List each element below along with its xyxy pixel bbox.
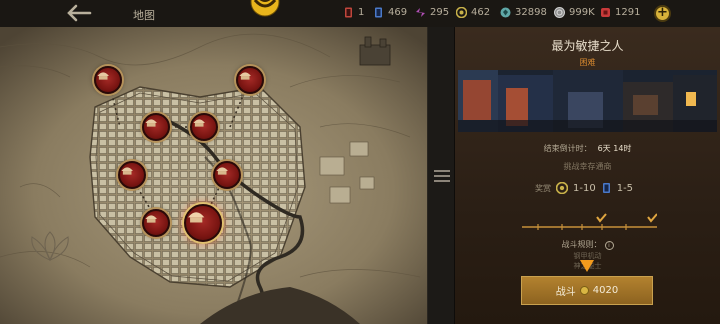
reward-card-range: 1-5 [616, 182, 634, 194]
battle-node-5[interactable] [118, 161, 146, 189]
pavilion-icon [121, 167, 133, 175]
battle-node-7[interactable] [142, 209, 170, 237]
battle-rules-label: 战斗规则： [561, 240, 602, 249]
ticket-icon [345, 7, 352, 18]
medal-icon [456, 7, 467, 18]
fight-button[interactable]: 战斗 4020 [521, 276, 653, 305]
coin-icon [579, 286, 589, 295]
ruby-icon [601, 8, 610, 17]
event-banner-image [458, 70, 717, 132]
back-arrow-icon[interactable] [64, 3, 92, 23]
pointer-arrow-icon [580, 260, 594, 272]
silver-coin-icon [554, 7, 565, 18]
medal-icon [556, 182, 568, 194]
menu-icon[interactable] [434, 170, 450, 182]
fight-label: 战斗 [555, 287, 576, 298]
pavilion-icon [145, 215, 157, 223]
battle-node-1[interactable] [94, 66, 122, 94]
resource-cards[interactable]: 469 [373, 7, 407, 18]
event-panel: 最为敏捷之人 困难 结束倒计时： 6天 14时 挑战幸存通商 奖赏 1-10 1-… [455, 27, 720, 324]
battle-node-selected[interactable] [184, 204, 222, 242]
progress-track [522, 213, 657, 230]
card-icon [375, 7, 382, 18]
countdown-label: 结束倒计时： [543, 144, 592, 153]
reward-medal-range: 1-10 [573, 182, 596, 194]
pavilion-icon [97, 72, 109, 80]
pavilion-icon [188, 212, 205, 223]
reward-row[interactable]: 奖赏 1-10 1-5 [535, 182, 633, 194]
shard-icon [416, 8, 425, 17]
shards-count: 295 [430, 7, 450, 18]
cards-count: 469 [388, 7, 408, 18]
battle-node-4[interactable] [190, 113, 218, 141]
top-bar: 地图 1 469 295 462 32898 999K 1291 + [0, 0, 720, 27]
medals-count: 462 [471, 7, 491, 18]
campaign-map[interactable] [0, 27, 427, 324]
resource-rubies[interactable]: 1291 [600, 7, 640, 18]
battle-node-2[interactable] [236, 66, 264, 94]
resource-shards[interactable]: 295 [415, 7, 449, 18]
info-icon[interactable]: i [604, 241, 614, 250]
battle-rules[interactable]: 战斗规则： i [455, 239, 720, 250]
challenge-text: 挑战幸存通商 [563, 162, 612, 171]
countdown: 结束倒计时： 6天 14时 [455, 143, 720, 154]
rubies-count: 1291 [615, 7, 641, 18]
resource-gems[interactable]: 32898 [500, 7, 547, 18]
panel-divider [427, 27, 455, 324]
card-icon [602, 183, 610, 193]
game-emblem-icon [250, 0, 280, 17]
map-label: 地图 [133, 9, 155, 22]
fight-cost: 4020 [592, 285, 619, 296]
difficulty-label: 困难 [579, 58, 596, 67]
reward-label: 奖赏 [535, 183, 551, 193]
resource-tickets[interactable]: 1 [343, 7, 364, 18]
battle-node-6[interactable] [213, 161, 241, 189]
add-currency-button[interactable]: + [654, 5, 671, 22]
resource-silver[interactable]: 999K [554, 7, 595, 18]
silver-count: 999K [569, 7, 595, 18]
check-icon [596, 213, 607, 223]
gem-icon [500, 7, 511, 18]
pavilion-icon [239, 72, 251, 80]
pavilion-icon [193, 119, 205, 127]
check-icon [647, 213, 657, 223]
pavilion-icon [216, 167, 228, 175]
resource-medals[interactable]: 462 [456, 7, 490, 18]
tickets-count: 1 [358, 7, 365, 18]
gems-count: 32898 [515, 7, 547, 18]
countdown-value: 6天 14时 [597, 144, 632, 153]
pavilion-icon [145, 119, 157, 127]
event-title: 最为敏捷之人 [551, 39, 624, 53]
battle-node-3[interactable] [142, 113, 170, 141]
